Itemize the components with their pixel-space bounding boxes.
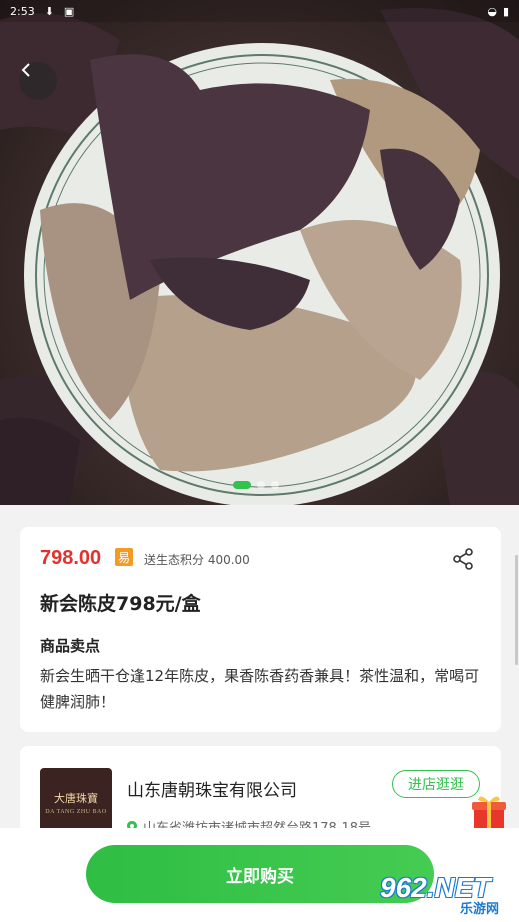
carousel-dot[interactable]: [233, 481, 251, 489]
status-time: 2:53: [10, 4, 35, 18]
wifi-icon: ◒: [487, 4, 497, 18]
carousel-dot[interactable]: [257, 481, 265, 489]
visit-store-button[interactable]: 进店逛逛: [392, 770, 480, 798]
store-name: 山东唐朝珠宝有限公司: [127, 781, 297, 801]
share-icon: [453, 548, 473, 570]
product-info-card: 798.00 易 送生态积分 400.00 新会陈皮798元/盒 商品卖点 新会…: [20, 527, 501, 732]
status-bar: 2:53 ⬇ ▣ ◒ ▮: [0, 0, 519, 22]
scrollbar[interactable]: [515, 555, 518, 665]
notification-icon: ▣: [63, 4, 75, 18]
bottom-action-bar: 立即购买 962.NET 乐游网: [0, 828, 519, 922]
back-button[interactable]: [19, 62, 57, 100]
product-image-carousel[interactable]: 2:53 ⬇ ▣ ◒ ▮: [0, 0, 519, 505]
watermark-sub: 乐游网: [460, 902, 500, 917]
store-logo: 大唐珠寶 DA TANG ZHU BAO: [40, 768, 112, 836]
carousel-dot[interactable]: [271, 481, 279, 489]
store-card[interactable]: 大唐珠寶 DA TANG ZHU BAO 山东唐朝珠宝有限公司 进店逛逛 山东省…: [20, 746, 501, 836]
product-title: 新会陈皮798元/盒: [40, 593, 201, 615]
store-logo-subtext: DA TANG ZHU BAO: [45, 808, 107, 815]
carousel-indicator: [233, 481, 279, 489]
chevron-left-icon: [21, 63, 30, 77]
store-logo-text: 大唐珠寶: [54, 791, 98, 805]
product-price: 798.00: [40, 547, 102, 569]
selling-points-text: 新会生晒干仓逢12年陈皮，果香陈香药香兼具！茶性温和，常喝可健脾润肺！: [40, 667, 480, 711]
product-photo: [0, 8, 519, 505]
site-watermark: 962.NET 乐游网: [380, 872, 515, 917]
eco-points: 送生态积分 400.00: [144, 553, 250, 567]
battery-icon: ▮: [502, 4, 509, 18]
selling-points-heading: 商品卖点: [40, 637, 101, 655]
share-button[interactable]: [451, 547, 475, 571]
download-icon: ⬇: [44, 4, 54, 18]
yi-badge: 易: [115, 548, 133, 566]
